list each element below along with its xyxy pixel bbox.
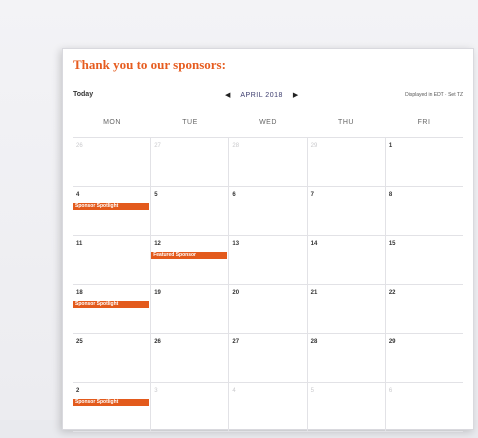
day-number: 22 [388,290,396,296]
day-number: 29 [310,143,318,149]
screenshot-frame: Thank you to our sponsors: Today ◀ APRIL… [0,0,478,432]
page-title: Thank you to our sponsors: [73,57,226,72]
day-cell[interactable]: 21 [308,285,386,333]
day-number: 29 [388,339,396,345]
weekday-mon: MON [103,119,121,126]
month-navigation: ◀ APRIL 2018 ▶ [225,91,298,100]
calendar-week: 26 27 28 29 1 [73,138,463,187]
weekday-header: MON TUE WED THU FRI [73,119,463,133]
weekday-fri: FRI [417,119,431,126]
day-number: 21 [310,290,318,296]
day-number: 2 [76,388,80,394]
day-cell[interactable]: 4 [229,383,308,431]
event-bar[interactable]: Featured Sponsor [151,252,228,259]
day-cell[interactable]: 19 [151,285,230,333]
calendar-card: Thank you to our sponsors: Today ◀ APRIL… [62,48,474,432]
weekday-tue: TUE [182,119,198,126]
day-cell[interactable]: 5 [151,187,230,235]
day-number: 18 [76,290,83,296]
day-cell[interactable]: 15 [386,236,463,284]
day-cell[interactable]: 6 [386,383,463,431]
today-button[interactable]: Today [73,91,93,98]
day-cell[interactable]: 18 Sponsor Spotlight [73,285,152,333]
calendar-week: 2 Sponsor Spotlight 3 4 5 6 [73,383,463,432]
calendar-grid: 26 27 28 29 1 4 Sponsor Spotlight 5 6 7 … [73,137,463,438]
day-number: 13 [232,241,240,247]
day-cell[interactable]: 8 [386,187,463,235]
day-cell[interactable]: 3 [151,383,230,431]
day-cell[interactable]: 13 [229,236,308,284]
day-cell[interactable]: 12 Featured Sponsor [151,236,230,284]
calendar-week: 4 Sponsor Spotlight 5 6 7 8 [73,187,463,236]
day-cell[interactable]: 28 [229,138,308,186]
day-cell[interactable]: 14 [308,236,386,284]
weekday-thu: THU [338,119,354,126]
day-cell[interactable]: 22 [386,285,463,333]
day-number: 11 [76,241,83,247]
day-number: 4 [232,388,236,394]
day-cell[interactable]: 27 [151,138,230,186]
day-number: 27 [154,143,161,149]
day-cell[interactable]: 26 [151,334,230,382]
day-cell[interactable]: 11 [73,236,152,284]
next-month-icon[interactable]: ▶ [293,91,298,99]
day-cell[interactable]: 7 [308,187,386,235]
day-number: 20 [232,290,240,296]
day-cell[interactable]: 4 Sponsor Spotlight [73,187,152,235]
day-cell[interactable]: 6 [229,187,308,235]
day-cell[interactable]: 26 [73,138,152,186]
day-number: 7 [310,192,314,198]
timezone-label[interactable]: Displayed in EDT · Set TZ [405,92,463,98]
day-number: 27 [232,339,240,345]
day-number: 6 [388,388,393,394]
day-number: 5 [310,388,314,394]
day-cell[interactable]: 25 [73,334,152,382]
day-number: 28 [310,339,318,345]
day-number: 3 [154,388,158,394]
day-cell[interactable]: 29 [308,138,386,186]
day-number: 8 [388,192,393,198]
day-number: 6 [232,192,236,198]
calendar-week: 11 12 Featured Sponsor 13 14 15 [73,236,463,285]
weekday-wed: WED [259,119,277,126]
day-number: 28 [232,143,240,149]
day-number: 1 [388,143,393,149]
day-number: 5 [154,192,158,198]
day-cell[interactable]: 20 [229,285,308,333]
calendar-week: 25 26 27 28 29 [73,334,463,383]
day-number: 15 [388,241,396,247]
day-cell[interactable]: 5 [308,383,386,431]
day-cell[interactable]: 27 [229,334,308,382]
calendar-week: 18 Sponsor Spotlight 19 20 21 22 [73,285,463,334]
day-number: 14 [310,241,318,247]
prev-month-icon[interactable]: ◀ [225,91,230,99]
event-bar[interactable]: Sponsor Spotlight [73,301,149,308]
event-bar[interactable]: Sponsor Spotlight [73,203,149,210]
day-number: 4 [76,192,80,198]
day-number: 12 [154,241,161,247]
day-cell[interactable]: 29 [386,334,463,382]
calendar-toolbar: Today ◀ APRIL 2018 ▶ Displayed in EDT · … [73,91,463,105]
day-cell[interactable]: 1 [386,138,463,186]
day-number: 19 [154,290,161,296]
day-number: 26 [154,339,161,345]
day-number: 26 [76,143,83,149]
day-number: 25 [76,339,83,345]
month-label: APRIL 2018 [240,91,283,99]
day-cell[interactable]: 2 Sponsor Spotlight [73,383,152,431]
day-cell[interactable]: 28 [308,334,386,382]
event-bar[interactable]: Sponsor Spotlight [73,399,149,406]
